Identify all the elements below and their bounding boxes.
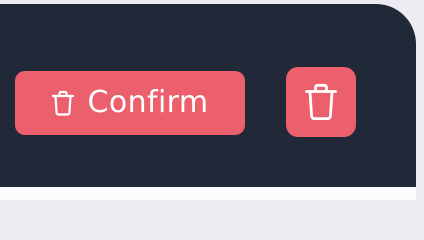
dark-panel: Confirm: [0, 4, 416, 187]
page-content-strip: [0, 187, 416, 200]
delete-icon-button[interactable]: [286, 67, 356, 137]
trash-icon: [51, 90, 75, 116]
confirm-label: Confirm: [87, 85, 209, 120]
confirm-delete-button[interactable]: Confirm: [15, 71, 245, 135]
trash-icon: [304, 83, 338, 121]
